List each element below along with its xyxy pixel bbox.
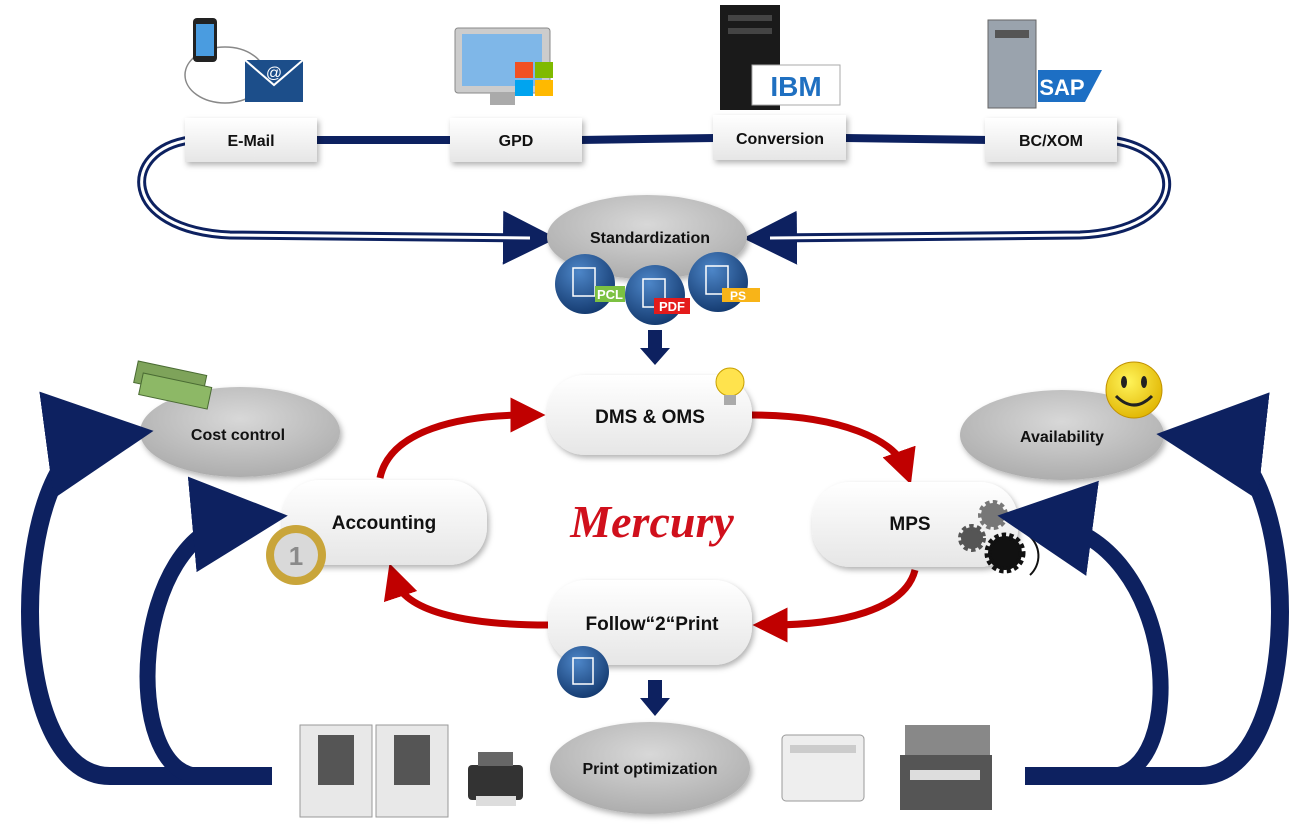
production-printer-icon (299, 724, 449, 818)
down-arrow-icon (640, 330, 670, 365)
cost-control-label: Cost control (191, 427, 285, 444)
laser-printer-icon (781, 734, 865, 802)
mercury-diagram: @ IBM SAP E-Mail GPD Conversion BC/XOM S… (21, 5, 1289, 818)
svg-text:@: @ (266, 65, 282, 82)
print-optimization-label: Print optimization (582, 761, 717, 778)
source-conversion-label: Conversion (736, 131, 824, 148)
format-pcl: PCL (597, 287, 623, 302)
dms-oms-label: DMS & OMS (595, 407, 705, 428)
format-pdf: PDF (659, 299, 685, 314)
source-gpd: GPD (450, 118, 582, 162)
svg-text:1: 1 (289, 541, 303, 571)
source-conversion: Conversion (713, 115, 846, 160)
smiley-icon (1105, 361, 1163, 419)
source-email: E-Mail (185, 118, 317, 162)
source-gpd-label: GPD (499, 133, 534, 150)
multifunction-printer-icon (900, 725, 992, 810)
accounting-label: Accounting (332, 513, 437, 534)
email-cloud-icon: @ (184, 18, 304, 104)
print-optimization-node: Print optimization (550, 722, 750, 814)
mercury-logo: Mercury (569, 496, 734, 547)
money-icon (133, 360, 213, 410)
follow2print-label: Follow“2“Print (586, 614, 720, 635)
euro-coin-icon: 1 (266, 525, 326, 585)
sap-server-icon: SAP (987, 19, 1102, 109)
svg-text:IBM: IBM (770, 71, 821, 102)
source-bcxom: BC/XOM (985, 118, 1117, 162)
windows-pc-icon (454, 27, 553, 105)
format-ps: PS (730, 289, 746, 303)
availability-label: Availability (1020, 429, 1104, 446)
mps-label: MPS (889, 514, 930, 535)
standardization-label: Standardization (590, 230, 710, 247)
source-email-label: E-Mail (227, 133, 274, 150)
svg-text:SAP: SAP (1039, 75, 1084, 100)
ps-document-icon: PS (688, 252, 760, 312)
inkjet-printer-icon (468, 752, 523, 806)
document-download-icon (557, 646, 609, 698)
ibm-server-icon: IBM (720, 5, 841, 110)
down-arrow-icon (640, 680, 670, 716)
source-bcxom-label: BC/XOM (1019, 133, 1083, 150)
